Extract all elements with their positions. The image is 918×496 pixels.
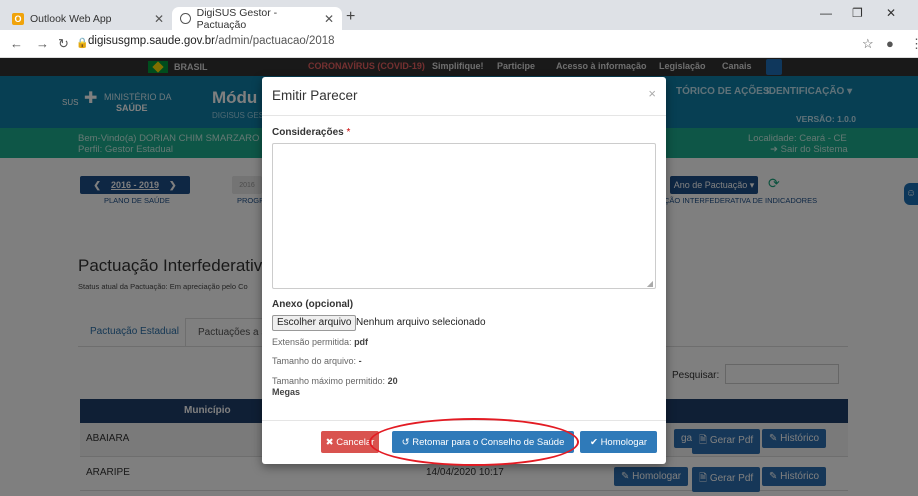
lock-icon: 🔒 [76, 38, 89, 49]
resize-handle-icon[interactable]: ◢ [647, 279, 653, 288]
tamanho-info: Tamanho do arquivo: - [272, 356, 362, 366]
globe-icon [180, 13, 191, 24]
reload-icon[interactable]: ↻ [58, 36, 69, 52]
browser-tab-digisus[interactable]: DigiSUS Gestor - Pactuação ✕ [172, 6, 342, 31]
close-tab-icon[interactable]: ✕ [324, 12, 334, 26]
restore-icon[interactable]: ❐ [852, 6, 863, 20]
menu-icon[interactable]: ⋮ [910, 36, 918, 52]
forward-icon[interactable]: → [36, 36, 49, 51]
choose-file-button[interactable]: Escolher arquivo [272, 315, 357, 331]
modal-title: Emitir Parecer [272, 88, 358, 103]
close-tab-icon[interactable]: ✕ [154, 12, 164, 26]
browser-tab-outlook[interactable]: O Outlook Web App ✕ [4, 7, 172, 30]
url-field[interactable]: digisusgmp.saude.gov.br/admin/pactuacao/… [88, 35, 335, 47]
check-icon: ✔ [589, 436, 598, 448]
outlook-icon: O [12, 12, 24, 25]
tamanho-max-info: Tamanho máximo permitido: 20 [272, 376, 398, 386]
tab-title: DigiSUS Gestor - Pactuação [196, 6, 278, 31]
minimize-icon[interactable]: — [820, 6, 832, 20]
account-icon[interactable]: ● [886, 36, 894, 51]
anexo-label: Anexo (opcional) [272, 299, 354, 310]
red-highlight-ellipse [369, 418, 579, 466]
close-icon: ✖ [325, 436, 334, 448]
required-marker: * [346, 127, 351, 138]
divider [262, 115, 666, 116]
extensao-info: Extensão permitida: pdf [272, 337, 369, 347]
star-icon[interactable]: ☆ [862, 36, 874, 52]
homologar-button[interactable]: ✔ Homologar [580, 431, 657, 453]
new-tab-icon[interactable]: + [346, 8, 355, 26]
close-icon[interactable]: × [648, 86, 656, 101]
consideracoes-label: Considerações * [272, 127, 351, 138]
close-window-icon[interactable]: ✕ [886, 6, 896, 20]
back-icon[interactable]: ← [10, 36, 23, 51]
tab-title: Outlook Web App [30, 12, 112, 25]
consideracoes-textarea[interactable]: ◢ [272, 143, 656, 289]
emitir-parecer-modal: Emitir Parecer × Considerações * ◢ Anexo… [262, 77, 666, 464]
tamanho-max-unit: Megas [272, 387, 301, 397]
file-status: Nenhum arquivo selecionado [356, 317, 486, 328]
